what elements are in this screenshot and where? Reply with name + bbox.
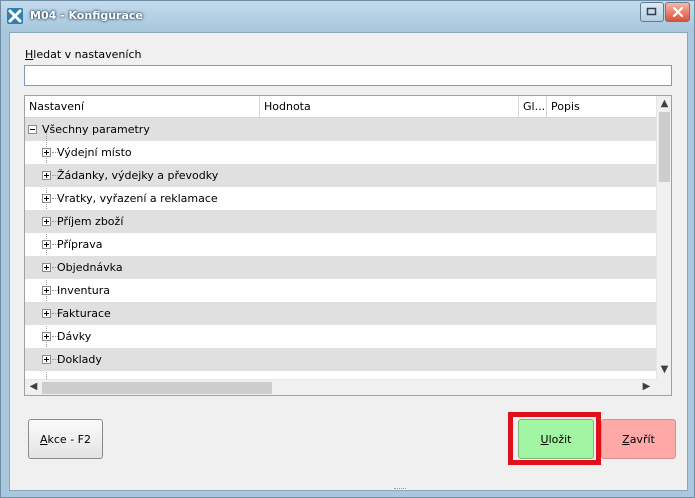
grid-rows: Všechny parametry Výdejní místo Žádanky,… bbox=[25, 118, 656, 379]
grid-header: Nastavení Hodnota Gl... Popis bbox=[25, 96, 656, 118]
tree-row[interactable]: Doklady bbox=[25, 348, 656, 371]
tree-row-label: Objednávka bbox=[57, 261, 123, 274]
scroll-up-icon[interactable]: ▲ bbox=[657, 98, 671, 110]
collapse-icon[interactable] bbox=[28, 125, 37, 134]
tree-row[interactable]: Objednávka bbox=[25, 256, 656, 279]
tree-row[interactable]: Fakturace bbox=[25, 302, 656, 325]
vertical-scrollbar[interactable]: ▲ ▼ bbox=[656, 96, 671, 379]
close-window-button[interactable] bbox=[665, 2, 690, 22]
scroll-right-icon[interactable]: ▶ bbox=[639, 381, 654, 393]
window-title: M04 - Konfigurace bbox=[30, 9, 143, 22]
tree-row-label: Inventura bbox=[57, 284, 111, 297]
resize-grip[interactable] bbox=[394, 488, 406, 490]
tree-row-label: Vratky, vyřazení a reklamace bbox=[57, 192, 218, 205]
save-button[interactable]: Uložit bbox=[518, 419, 594, 459]
tree-row-label: Žádanky, výdejky a převodky bbox=[57, 169, 219, 182]
scroll-down-icon[interactable]: ▼ bbox=[657, 364, 671, 376]
restore-button[interactable] bbox=[640, 2, 664, 22]
tree-row-label: Výdejní místo bbox=[57, 146, 132, 159]
expand-icon[interactable] bbox=[42, 263, 51, 272]
title-bar[interactable]: M04 - Konfigurace bbox=[1, 1, 694, 32]
restore-icon bbox=[646, 7, 657, 16]
expand-icon[interactable] bbox=[42, 240, 51, 249]
expand-icon[interactable] bbox=[42, 171, 51, 180]
scroll-corner bbox=[656, 379, 671, 395]
vertical-scroll-thumb[interactable] bbox=[659, 112, 670, 182]
dialog-body: Hledat v nastaveních Nastavení Hodnota G… bbox=[9, 32, 688, 491]
expand-icon[interactable] bbox=[42, 286, 51, 295]
app-window: M04 - Konfigurace Hledat v nastaveních N… bbox=[0, 0, 695, 498]
close-icon bbox=[672, 7, 683, 17]
search-label: Hledat v nastaveních bbox=[25, 48, 142, 61]
settings-tree-grid: Nastavení Hodnota Gl... Popis Všechny pa… bbox=[24, 95, 672, 396]
column-header-popis[interactable]: Popis bbox=[547, 96, 656, 118]
tree-row-label: Příjem zboží bbox=[57, 215, 124, 228]
tree-row-label: Fakturace bbox=[57, 307, 111, 320]
horizontal-scroll-thumb[interactable] bbox=[42, 382, 272, 394]
column-header-gl[interactable]: Gl... bbox=[519, 96, 547, 118]
tree-row-root[interactable]: Všechny parametry bbox=[25, 118, 656, 141]
tree-row[interactable]: Příprava bbox=[25, 233, 656, 256]
search-input[interactable] bbox=[24, 65, 672, 86]
tree-row[interactable]: Žádanky, výdejky a převodky bbox=[25, 164, 656, 187]
expand-icon[interactable] bbox=[42, 194, 51, 203]
tree-row[interactable]: Inventura bbox=[25, 279, 656, 302]
expand-icon[interactable] bbox=[42, 217, 51, 226]
horizontal-scrollbar[interactable]: ◀ ▶ bbox=[25, 379, 656, 395]
tree-row[interactable]: Dávky bbox=[25, 325, 656, 348]
tree-row[interactable]: Výdejní místo bbox=[25, 141, 656, 164]
tree-row-label: Všechny parametry bbox=[42, 123, 150, 136]
column-header-hodnota[interactable]: Hodnota bbox=[260, 96, 519, 118]
tree-row[interactable]: Příjem zboží bbox=[25, 210, 656, 233]
column-header-nastaveni[interactable]: Nastavení bbox=[25, 96, 260, 118]
tree-row-label: Doklady bbox=[57, 353, 102, 366]
expand-icon[interactable] bbox=[42, 309, 51, 318]
expand-icon[interactable] bbox=[42, 355, 51, 364]
actions-button[interactable]: Akce - F2 bbox=[28, 419, 103, 459]
tree-row-label: Dávky bbox=[57, 330, 92, 343]
close-button[interactable]: Zavřít bbox=[601, 419, 676, 459]
app-x-icon bbox=[7, 8, 23, 24]
expand-icon[interactable] bbox=[42, 148, 51, 157]
tree-row-label: Příprava bbox=[57, 238, 103, 251]
expand-icon[interactable] bbox=[42, 332, 51, 341]
scroll-left-icon[interactable]: ◀ bbox=[26, 381, 41, 393]
tree-row[interactable]: Vratky, vyřazení a reklamace bbox=[25, 187, 656, 210]
